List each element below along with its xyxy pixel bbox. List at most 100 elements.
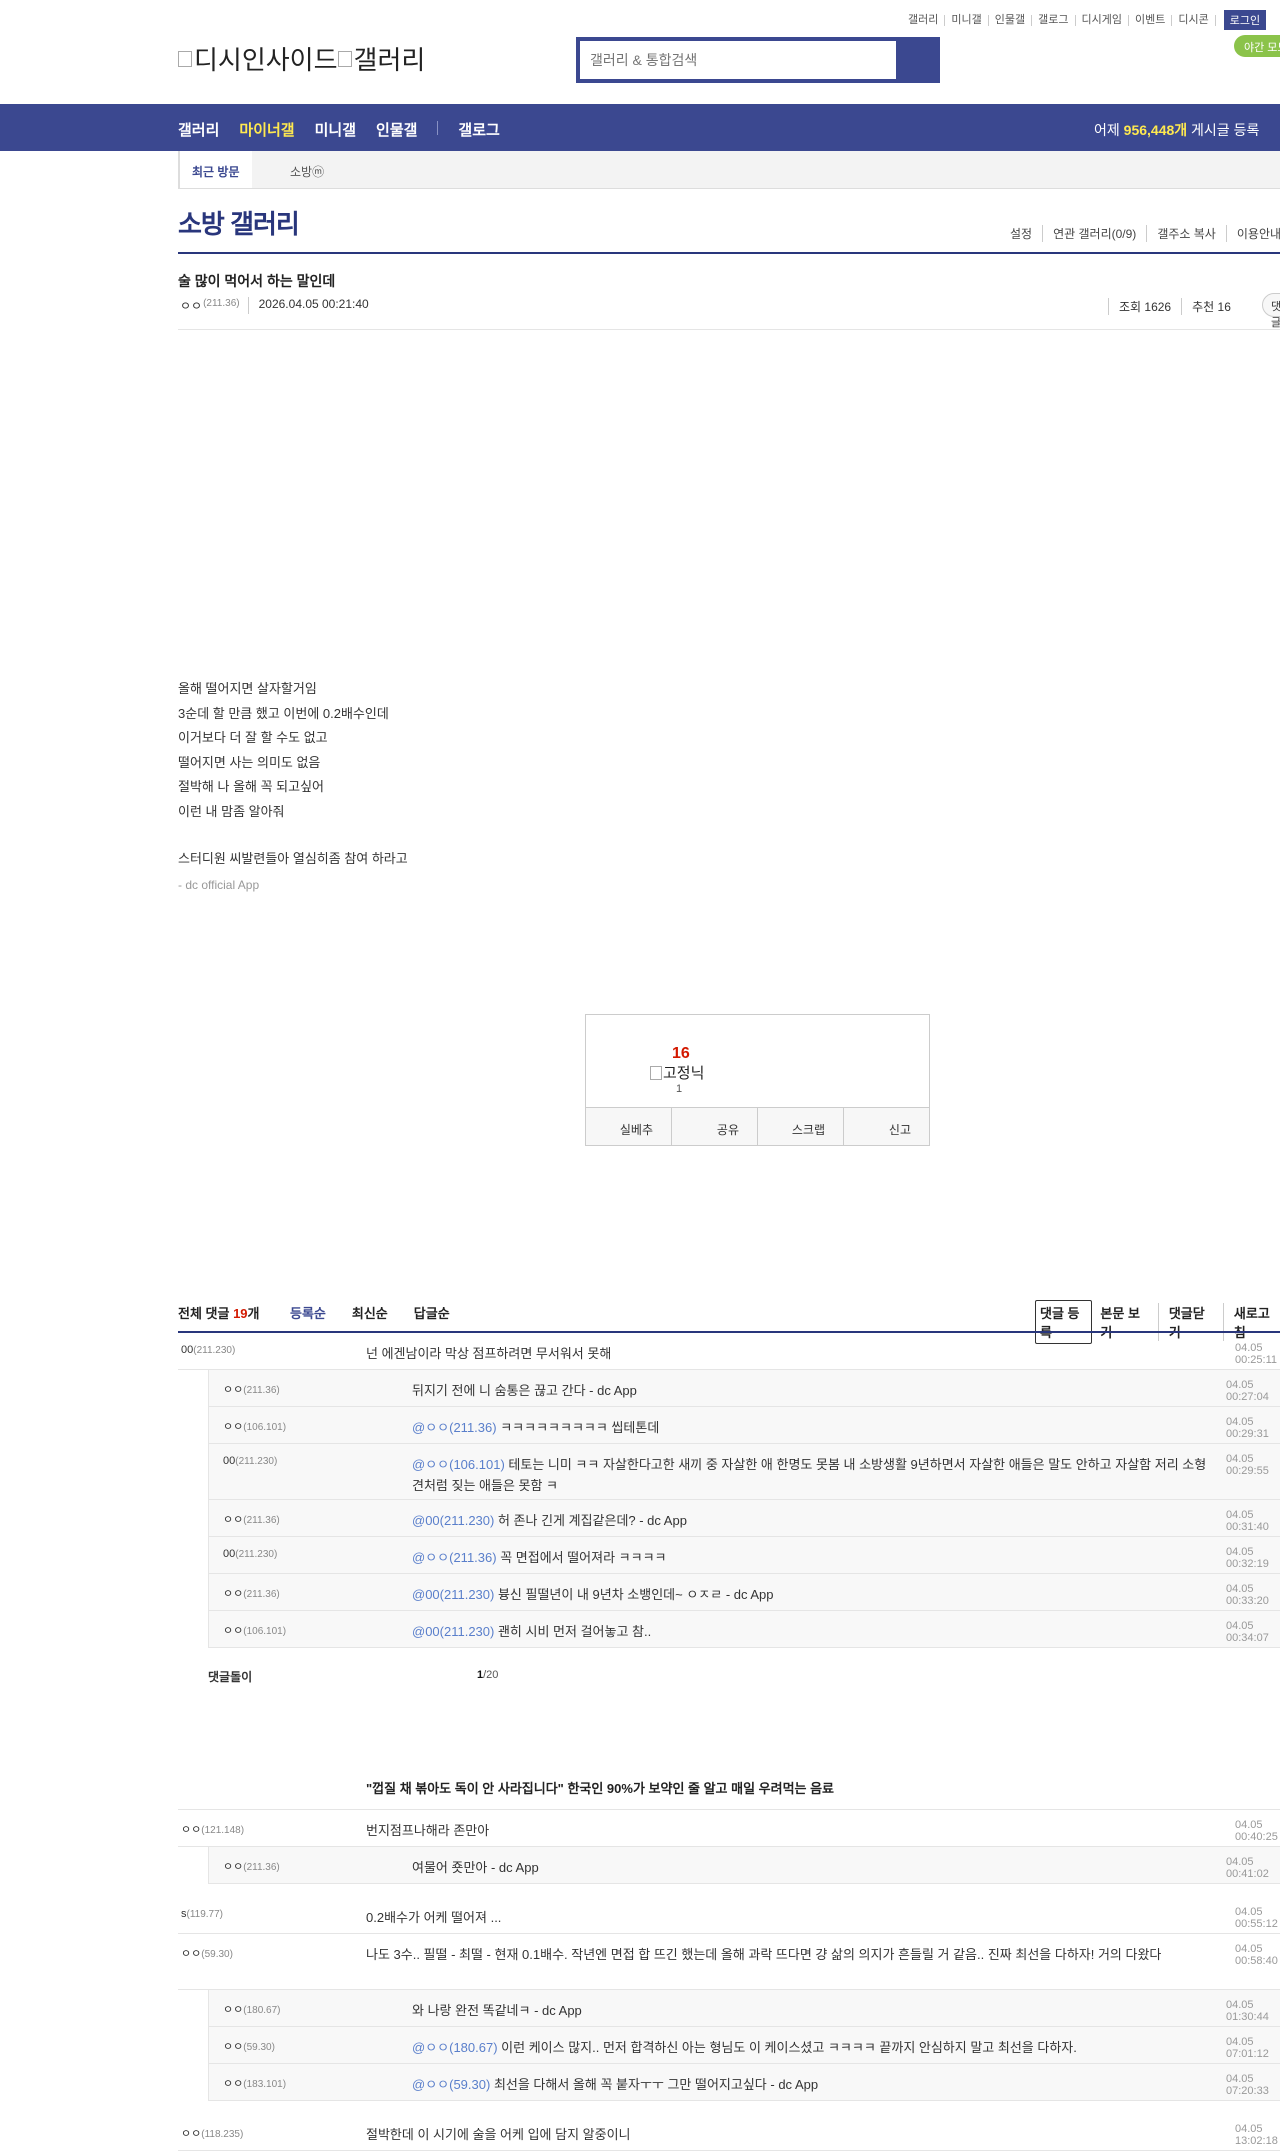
comment-nick[interactable]: ㅇㅇ(106.101) xyxy=(223,1418,286,1434)
site-logo[interactable]: 디시인사이드 갤러리 xyxy=(178,40,425,77)
top-link-dccon[interactable]: 디시콘 xyxy=(1172,14,1216,26)
comment-nick[interactable]: ㅇㅇ(183.101) xyxy=(223,2075,286,2091)
scrap-button[interactable]: 스크랩 xyxy=(757,1108,843,1145)
top-link-gallery[interactable]: 갤러리 xyxy=(902,14,946,26)
comment-time: 04.05 00:25:11 xyxy=(1235,1342,1278,1366)
recent-visit-label: 최근 방문 xyxy=(178,151,252,188)
comment-nick[interactable]: 00(211.230) xyxy=(223,1455,277,1467)
body-line: 떨어지면 사는 의미도 없음 xyxy=(178,754,321,770)
comment-total-label: 전체 댓글 xyxy=(178,1306,230,1321)
search-input[interactable] xyxy=(580,41,880,79)
sort-replies[interactable]: 답글순 xyxy=(414,1303,450,1322)
comment-nick[interactable]: ㅇㅇ(211.36) xyxy=(223,1585,280,1601)
comment-header: 전체 댓글 19개 등록순 최신순 답글순 댓글 등록 본문 보기 댓글닫기 새… xyxy=(178,1300,1280,1344)
mention-link[interactable]: @00(211.230) xyxy=(412,1587,494,1602)
reply-row: ㅇㅇ(211.36) 뒤지기 전에 니 숨통은 끊고 간다 - dc App 0… xyxy=(208,1370,1280,1407)
nav-person[interactable]: 인물갤 xyxy=(376,119,417,140)
stat-suffix: 게시글 등록 xyxy=(1191,122,1260,138)
fixed-nick-recommend: 고정닉 xyxy=(650,1062,704,1083)
body-line: 이거보다 더 잘 할 수도 없고 xyxy=(178,730,328,745)
body-line: 3순데 할 만큼 했고 이번에 0.2배수인데 xyxy=(178,705,389,721)
mention-link[interactable]: @ㅇㅇ(211.36) xyxy=(412,1420,497,1435)
nav-gallog[interactable]: 갤로그 xyxy=(458,119,499,140)
comment-nick[interactable]: ㅇㅇ(118.235) xyxy=(181,2125,243,2141)
comment-nick[interactable]: ㅇㅇ(106.101) xyxy=(223,1622,286,1638)
comment-nick[interactable]: ㅇㅇ(211.36) xyxy=(223,1381,280,1397)
night-mode-button[interactable]: 야간 모드 xyxy=(1234,35,1280,57)
nav-gallery[interactable]: 갤러리 xyxy=(178,119,219,140)
comment-time: 04.05 00:41:02 xyxy=(1226,1856,1269,1880)
comment-row: 00(211.230) 넌 에겐남이라 막상 점프하려면 무서워서 못해 04.… xyxy=(178,1333,1280,1370)
comment-nick[interactable]: ㅇㅇ(211.36) xyxy=(223,1511,280,1527)
share-button[interactable]: 공유 xyxy=(671,1108,757,1145)
mention-link[interactable]: @ㅇㅇ(211.36) xyxy=(412,1550,497,1565)
login-button[interactable]: 로그인 xyxy=(1223,10,1267,30)
comment-text: 뒤지기 전에 니 숨통은 끊고 간다 - dc App xyxy=(412,1383,637,1398)
app-signature: - dc official App xyxy=(178,878,260,892)
comment-time: 04.05 00:34:07 xyxy=(1226,1620,1269,1644)
sort-latest[interactable]: 최신순 xyxy=(352,1303,388,1322)
reply-row: ㅇㅇ(183.101) @ㅇㅇ(59.30) 최선을 다해서 올해 꼭 붙자ㅜㅜ… xyxy=(208,2064,1280,2101)
comment-text: @ㅇㅇ(106.101) 테토는 니미 ㅋㅋ 자살한다고한 새끼 중 자살한 애… xyxy=(412,1457,1207,1493)
nav-divider xyxy=(437,121,439,135)
comment-nick[interactable]: 00(211.230) xyxy=(223,1548,277,1560)
gallery-title[interactable]: 소방 갤러리 xyxy=(178,204,300,241)
news-headline[interactable]: "껍질 채 볶아도 독이 안 사라집니다" 한국인 90%가 보약인 줄 알고 … xyxy=(366,1778,834,1797)
body-line: 이런 내 맘좀 알아줘 xyxy=(178,803,285,819)
comment-total: 전체 댓글 19개 xyxy=(178,1306,260,1321)
meta-divider xyxy=(178,329,1280,330)
comment-text: 0.2배수가 어케 떨어져 ... xyxy=(366,1910,502,1925)
comment-nick[interactable]: ㅇㅇ(59.30) xyxy=(181,1945,233,1961)
comment-text: @ㅇㅇ(180.67) 이런 케이스 많지.. 먼저 합격하신 아는 형님도 이… xyxy=(412,2040,1077,2055)
top-link-gallog[interactable]: 갤로그 xyxy=(1032,14,1076,26)
reply-row: ㅇㅇ(106.101) @ㅇㅇ(211.36) ㅋㅋㅋㅋㅋㅋㅋㅋㅋ 씹테톤데 0… xyxy=(208,1407,1280,1444)
post-author[interactable]: ㅇㅇ xyxy=(180,297,202,314)
comment-time: 04.05 00:27:04 xyxy=(1226,1379,1269,1403)
gallery-settings[interactable]: 설정 xyxy=(1000,225,1042,242)
post-views: 조회 1626 xyxy=(1108,298,1181,315)
fixed-nick-label: 고정닉 xyxy=(663,1065,705,1082)
comment-text: @ㅇㅇ(211.36) 꼭 면접에서 떨어져라 ㅋㅋㅋㅋ xyxy=(412,1550,667,1565)
comment-text: 여물어 죳만아 - dc App xyxy=(412,1860,539,1875)
comment-nick[interactable]: ㅇㅇ(211.36) xyxy=(223,1858,280,1874)
reply-row: ㅇㅇ(106.101) @00(211.230) 괜히 시비 먼저 걸어놓고 참… xyxy=(208,1611,1280,1648)
comment-nick[interactable]: ㅇㅇ(59.30) xyxy=(223,2038,275,2054)
post-title: 술 많이 먹어서 하는 말인데 xyxy=(178,273,336,289)
mention-link[interactable]: @ㅇㅇ(106.101) xyxy=(412,1457,505,1472)
comment-text: 와 나랑 완전 똑같네ㅋ - dc App xyxy=(412,2003,582,2018)
best-recommend-button[interactable]: 실베추 xyxy=(586,1108,671,1145)
body-line: 절박해 나 올해 꼭 되고싶어 xyxy=(178,779,325,794)
sort-registered[interactable]: 등록순 xyxy=(290,1303,326,1322)
related-gallery[interactable]: 연관 갤러리(0/9) xyxy=(1042,225,1146,242)
mention-link[interactable]: @00(211.230) xyxy=(412,1624,494,1639)
comment-nick[interactable]: s(119.77) xyxy=(181,1908,223,1920)
comment-text: @ㅇㅇ(211.36) ㅋㅋㅋㅋㅋㅋㅋㅋㅋ 씹테톤데 xyxy=(412,1420,660,1435)
pager-total: /20 xyxy=(483,1669,499,1681)
mention-link[interactable]: @ㅇㅇ(59.30) xyxy=(412,2077,490,2092)
top-link-mini[interactable]: 미니갤 xyxy=(945,14,989,26)
search-button[interactable] xyxy=(896,41,936,79)
usage-guide[interactable]: 이용안내 xyxy=(1225,225,1280,242)
comment-nick[interactable]: ㅇㅇ(180.67) xyxy=(223,2001,281,2017)
top-link-person[interactable]: 인물갤 xyxy=(989,14,1033,26)
copy-address[interactable]: 갤주소 복사 xyxy=(1146,225,1226,242)
reply-row: ㅇㅇ(180.67) 와 나랑 완전 똑같네ㅋ - dc App 04.05 0… xyxy=(208,1990,1280,2027)
stat-prefix: 어제 xyxy=(1094,122,1120,138)
reply-row: 00(211.230) @ㅇㅇ(211.36) 꼭 면접에서 떨어져라 ㅋㅋㅋㅋ… xyxy=(208,1537,1280,1574)
comment-time: 04.05 00:32:19 xyxy=(1226,1546,1269,1570)
nav-mini[interactable]: 미니갤 xyxy=(315,119,356,140)
stat-value: 956,448개 xyxy=(1123,122,1188,138)
mention-link[interactable]: @ㅇㅇ(180.67) xyxy=(412,2040,498,2055)
comment-nick[interactable]: ㅇㅇ(121.148) xyxy=(181,1821,244,1837)
recent-visit-item[interactable]: 소방ⓜ xyxy=(290,163,324,180)
comment-bot-label[interactable]: 댓글돌이 xyxy=(208,1668,252,1685)
comment-text: @00(211.230) 허 존나 긴게 계집같은데? - dc App xyxy=(412,1513,687,1528)
comment-nick[interactable]: 00(211.230) xyxy=(181,1344,235,1356)
mention-link[interactable]: @00(211.230) xyxy=(412,1513,494,1528)
top-link-game[interactable]: 디시게임 xyxy=(1076,14,1129,26)
comment-time: 04.05 07:20:33 xyxy=(1226,2073,1269,2097)
report-button[interactable]: 신고 xyxy=(843,1108,929,1145)
comment-jump-button[interactable]: 댓글 xyxy=(1262,293,1280,329)
top-link-event[interactable]: 이벤트 xyxy=(1129,14,1173,26)
nav-minor[interactable]: 마이너갤 xyxy=(239,119,294,140)
